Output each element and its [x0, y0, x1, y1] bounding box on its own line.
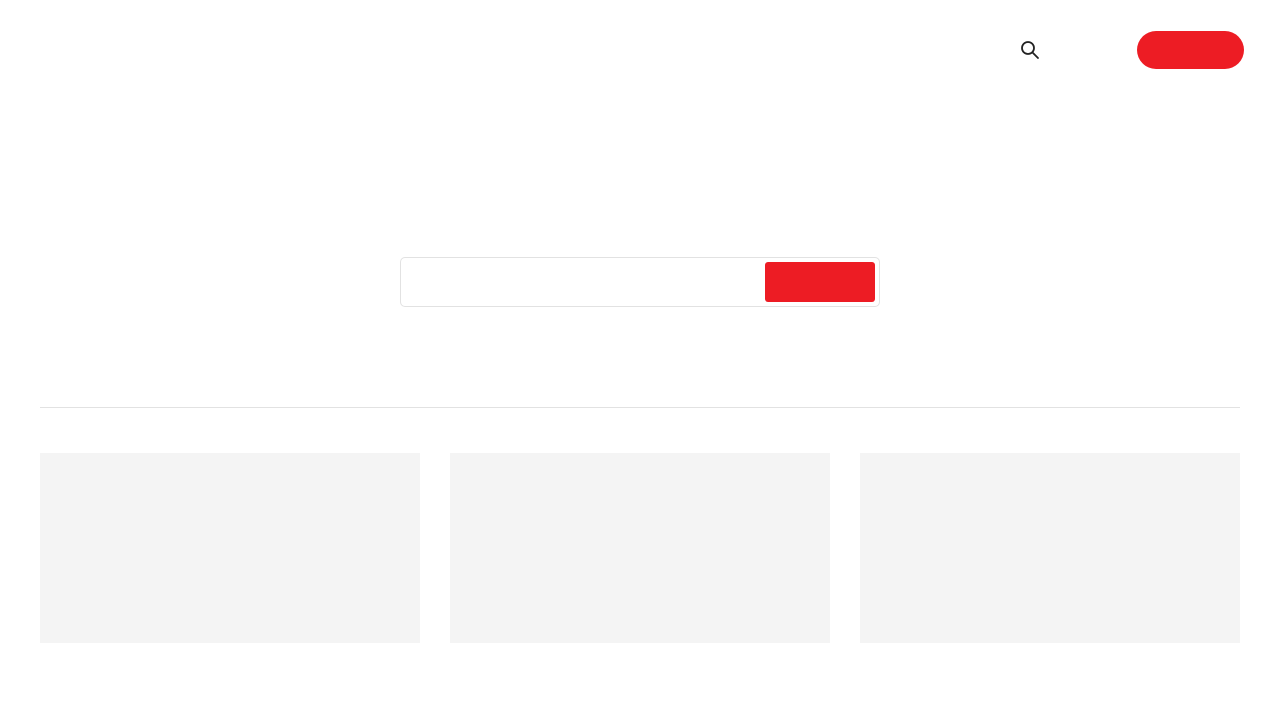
header-search-button[interactable]	[1018, 38, 1042, 62]
site-header	[0, 0, 1280, 100]
section-divider	[40, 407, 1240, 408]
search-form	[400, 257, 880, 307]
page	[0, 0, 1280, 720]
header-cta-button[interactable]	[1137, 31, 1244, 69]
content-card-1[interactable]	[40, 453, 420, 643]
search-icon	[1021, 41, 1039, 59]
search-submit-button[interactable]	[765, 262, 875, 302]
content-card-2[interactable]	[450, 453, 830, 643]
content-card-3[interactable]	[860, 453, 1240, 643]
search-input[interactable]	[413, 263, 758, 301]
